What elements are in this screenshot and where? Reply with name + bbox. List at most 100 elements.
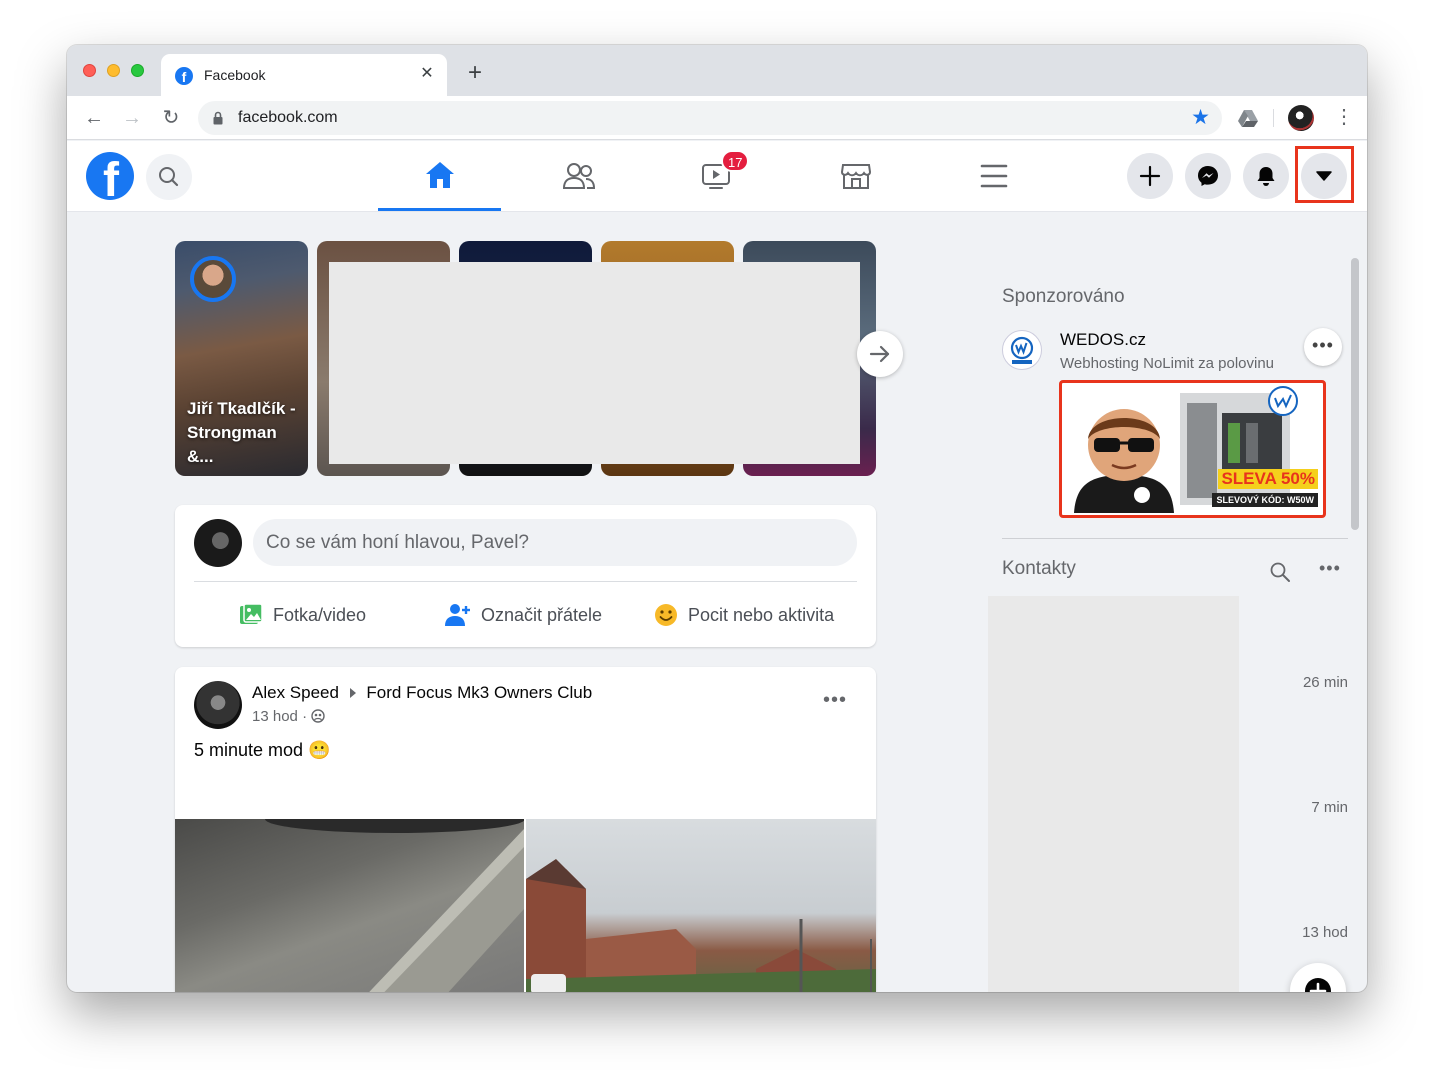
- tab-home[interactable]: [378, 141, 501, 211]
- group-privacy-icon: [311, 709, 325, 723]
- menu-icon: [980, 164, 1007, 188]
- arrow-right-icon: [869, 345, 890, 363]
- post-time[interactable]: 13 hod: [252, 708, 298, 725]
- new-tab-button[interactable]: +: [463, 61, 487, 86]
- facebook-favicon-icon: f: [175, 67, 193, 85]
- zoom-window-button[interactable]: [131, 64, 144, 77]
- post-photo-image: [526, 859, 876, 992]
- tab-strip: f Facebook ✕ +: [67, 45, 1367, 96]
- main-content: Jiří Tkadlčík - Strongman &... Co se vám…: [67, 212, 1367, 992]
- feeling-activity-button[interactable]: Pocit nebo aktivita: [654, 600, 834, 630]
- new-message-button[interactable]: [1290, 963, 1346, 992]
- contact-time: 7 min: [1311, 799, 1348, 816]
- stories-next-button[interactable]: [857, 331, 903, 377]
- tag-friends-button[interactable]: Označit přátele: [445, 600, 602, 630]
- ad-banner[interactable]: SLEVA 50% SLEVOVÝ KÓD: W50W: [1059, 380, 1326, 518]
- create-button[interactable]: [1127, 153, 1173, 199]
- ad-discount-label: SLEVA 50%: [1218, 469, 1318, 489]
- post-photo[interactable]: [526, 819, 876, 992]
- tab-close-icon[interactable]: ✕: [417, 64, 437, 84]
- messenger-icon: [1198, 166, 1218, 186]
- post-author-link[interactable]: Alex Speed: [252, 683, 339, 702]
- contacts-list-placeholder: [988, 596, 1239, 992]
- triangle-right-icon: [349, 688, 356, 698]
- close-window-button[interactable]: [83, 64, 96, 77]
- smiley-icon: [655, 604, 677, 626]
- browser-window: f Facebook ✕ + ← → ↻ facebook.com ★ ⋮ f: [67, 45, 1367, 992]
- story-avatar: [190, 256, 236, 302]
- contact-time: 13 hod: [1302, 924, 1348, 941]
- browser-tab[interactable]: f Facebook ✕: [161, 54, 447, 96]
- contacts-search-icon[interactable]: [1269, 561, 1291, 583]
- minimize-window-button[interactable]: [107, 64, 120, 77]
- avatar[interactable]: [194, 681, 242, 729]
- tag-friends-label: Označit přátele: [481, 604, 603, 625]
- stories-placeholder: [329, 262, 860, 464]
- reload-button[interactable]: ↻: [159, 106, 183, 130]
- bell-icon: [1257, 167, 1275, 186]
- sidebar-scrollbar[interactable]: [1351, 258, 1359, 530]
- post-group-link[interactable]: Ford Focus Mk3 Owners Club: [366, 683, 592, 702]
- notifications-button[interactable]: [1243, 153, 1289, 199]
- ad-options-button[interactable]: •••: [1304, 328, 1342, 366]
- facebook-logo[interactable]: f: [86, 152, 134, 200]
- profile-avatar[interactable]: [1288, 105, 1314, 131]
- photo-video-button[interactable]: Fotka/video: [239, 600, 366, 630]
- post-meta-separator: ·: [302, 708, 308, 725]
- search-icon: [159, 167, 179, 187]
- tab-menu[interactable]: [932, 141, 1055, 211]
- search-button[interactable]: [146, 154, 192, 200]
- friends-icon: [562, 163, 595, 189]
- browser-menu-icon[interactable]: ⋮: [1334, 107, 1354, 129]
- new-message-icon: [1305, 978, 1331, 992]
- composer-divider: [194, 581, 857, 582]
- post-text: 5 minute mod 😬: [194, 740, 331, 760]
- post-photo-image: [265, 805, 525, 992]
- feeling-activity-label: Pocit nebo aktivita: [688, 604, 835, 625]
- feed-post: Alex Speed Ford Focus Mk3 Owners Club 13…: [175, 667, 876, 992]
- sponsored-heading: Sponzorováno: [1002, 286, 1125, 307]
- watch-notification-badge: 17: [721, 150, 750, 172]
- story-name: Jiří Tkadlčík - Strongman &...: [187, 399, 296, 466]
- tab-marketplace[interactable]: [794, 141, 917, 211]
- composer-input[interactable]: Co se vám honí hlavou, Pavel?: [253, 519, 857, 566]
- toolbar-separator: [1273, 109, 1274, 127]
- ad-title[interactable]: WEDOS.cz: [1060, 330, 1146, 350]
- messenger-button[interactable]: [1185, 153, 1231, 199]
- contacts-heading: Kontakty: [1002, 558, 1076, 579]
- wedos-logo-icon: [1010, 336, 1034, 364]
- address-bar[interactable]: facebook.com ★: [198, 101, 1222, 135]
- ad-code-label: SLEVOVÝ KÓD: W50W: [1212, 493, 1318, 507]
- drive-extension-icon[interactable]: [1237, 107, 1259, 129]
- forward-button[interactable]: →: [120, 106, 144, 130]
- tag-friends-icon: [445, 604, 470, 626]
- post-options-button[interactable]: •••: [823, 689, 847, 713]
- browser-toolbar: ← → ↻ facebook.com ★ ⋮: [67, 96, 1367, 140]
- marketplace-icon: [840, 164, 871, 189]
- tab-friends[interactable]: [517, 141, 640, 211]
- contact-time: 26 min: [1302, 674, 1348, 691]
- photo-video-label: Fotka/video: [273, 604, 367, 625]
- url-text: facebook.com: [238, 109, 338, 126]
- sidebar-divider: [1002, 538, 1348, 539]
- tab-watch[interactable]: 17: [655, 141, 778, 211]
- post-photo[interactable]: [175, 805, 525, 992]
- facebook-header: f 17: [67, 141, 1367, 212]
- wedos-logo[interactable]: [1002, 330, 1042, 370]
- home-icon: [425, 161, 454, 188]
- account-button-highlight: [1295, 146, 1354, 203]
- post-meta: 13 hod ·: [252, 708, 325, 725]
- ad-subtitle: Webhosting NoLimit za polovinu: [1060, 355, 1275, 372]
- story-card[interactable]: Jiří Tkadlčík - Strongman &...: [175, 241, 308, 476]
- plus-icon: [1139, 165, 1161, 187]
- facebook-logo-letter: f: [103, 154, 119, 201]
- post-header: Alex Speed Ford Focus Mk3 Owners Club: [252, 683, 592, 703]
- post-composer: Co se vám honí hlavou, Pavel? Fotka/vide…: [175, 505, 876, 647]
- back-button[interactable]: ←: [82, 106, 106, 130]
- photo-icon: [240, 604, 263, 624]
- avatar[interactable]: [194, 519, 242, 567]
- contacts-options-button[interactable]: •••: [1319, 558, 1341, 579]
- tab-title: Facebook: [204, 67, 266, 83]
- lock-icon: [213, 111, 223, 125]
- bookmark-star-icon[interactable]: ★: [1191, 105, 1210, 130]
